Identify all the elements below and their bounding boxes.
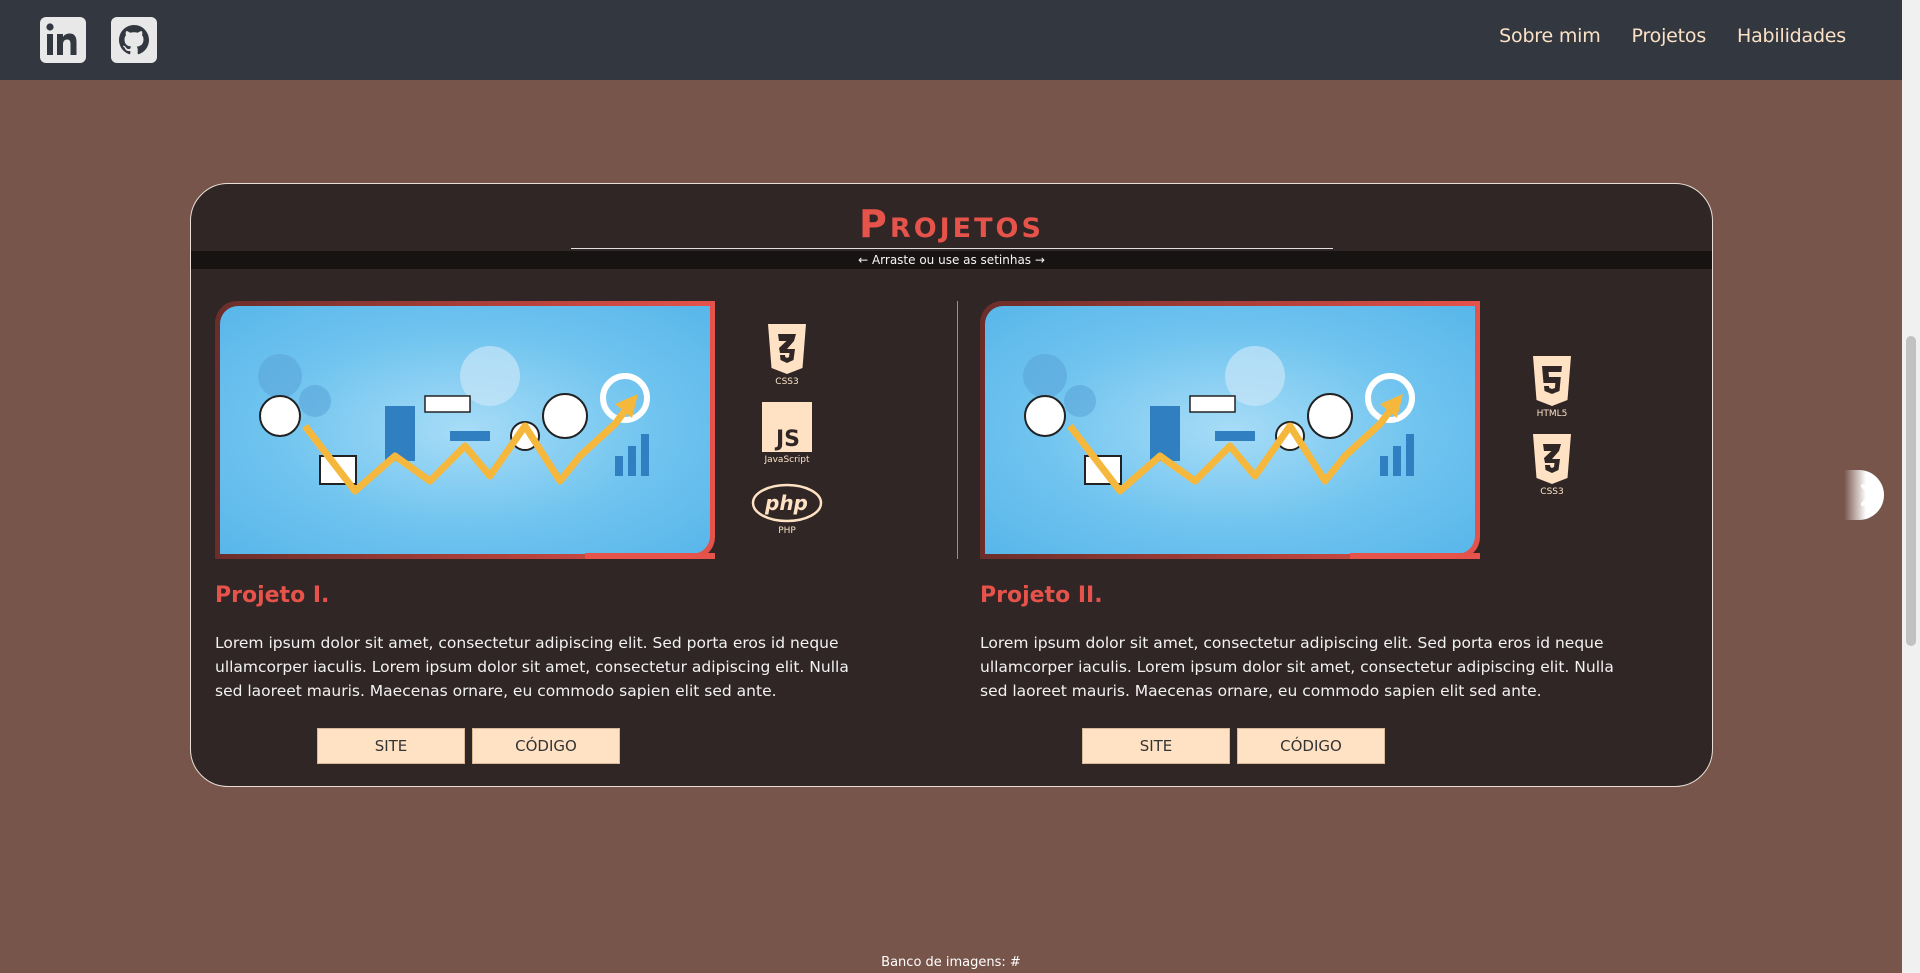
- project-image[interactable]: [220, 306, 710, 554]
- project-description: Lorem ipsum dolor sit amet, consectetur …: [980, 634, 1614, 700]
- section-title: Projetos: [859, 202, 1044, 246]
- scrollbar-thumb[interactable]: [1906, 336, 1916, 646]
- html5-icon: [1533, 356, 1571, 406]
- tech-html5: HTML5: [1507, 356, 1597, 419]
- nav-link-habilidades[interactable]: Habilidades: [1737, 25, 1846, 47]
- page-scrollbar[interactable]: [1902, 0, 1920, 973]
- tech-label: CSS3: [775, 377, 799, 387]
- tech-label: JavaScript: [764, 455, 810, 465]
- carousel-next-button[interactable]: [1844, 470, 1884, 520]
- tech-label: HTML5: [1536, 409, 1568, 419]
- tech-label: PHP: [778, 526, 796, 536]
- project-card: CSS3 JS JavaScript php PHP Projeto I. Lo…: [215, 301, 955, 771]
- project-image-frame: [215, 301, 715, 559]
- site-button[interactable]: SITE: [1082, 728, 1230, 764]
- site-button[interactable]: SITE: [317, 728, 465, 764]
- card-divider: [957, 301, 958, 559]
- code-button[interactable]: CÓDIGO: [1237, 728, 1385, 764]
- project-title: Projeto I.: [215, 583, 330, 608]
- title-underline: [571, 248, 1333, 249]
- chevron-right-icon: [1861, 484, 1874, 506]
- php-icon: php: [751, 483, 823, 523]
- top-navbar: Sobre mim Projetos Habilidades: [0, 0, 1902, 80]
- tech-php: php PHP: [742, 483, 832, 536]
- project-image-frame: [980, 301, 1480, 559]
- github-icon[interactable]: [111, 17, 157, 63]
- project-title: Projeto II.: [980, 583, 1103, 608]
- svg-text:JS: JS: [774, 427, 800, 452]
- tech-javascript: JS JavaScript: [742, 402, 832, 465]
- project-card: HTML5 CSS3 Projeto II. Lorem ipsum dolor…: [980, 301, 1712, 771]
- projects-section: Projetos ← Arraste ou use as setinhas →: [190, 183, 1713, 787]
- svg-text:php: php: [764, 491, 808, 515]
- tech-css3: CSS3: [1507, 434, 1597, 497]
- linkedin-icon[interactable]: [40, 17, 86, 63]
- css3-icon: [768, 324, 806, 374]
- image-credits: Banco de imagens: #: [881, 955, 1021, 970]
- css3-icon: [1533, 434, 1571, 484]
- javascript-icon: JS: [762, 402, 812, 452]
- code-button[interactable]: CÓDIGO: [472, 728, 620, 764]
- carousel-hint: ← Arraste ou use as setinhas →: [191, 251, 1712, 269]
- tech-label: CSS3: [1540, 487, 1564, 497]
- project-image[interactable]: [985, 306, 1475, 554]
- tech-css3: CSS3: [742, 324, 832, 387]
- nav-link-sobre-mim[interactable]: Sobre mim: [1499, 25, 1601, 47]
- nav-link-projetos[interactable]: Projetos: [1632, 25, 1707, 47]
- main-nav: Sobre mim Projetos Habilidades: [1499, 25, 1846, 47]
- project-description: Lorem ipsum dolor sit amet, consectetur …: [215, 634, 849, 700]
